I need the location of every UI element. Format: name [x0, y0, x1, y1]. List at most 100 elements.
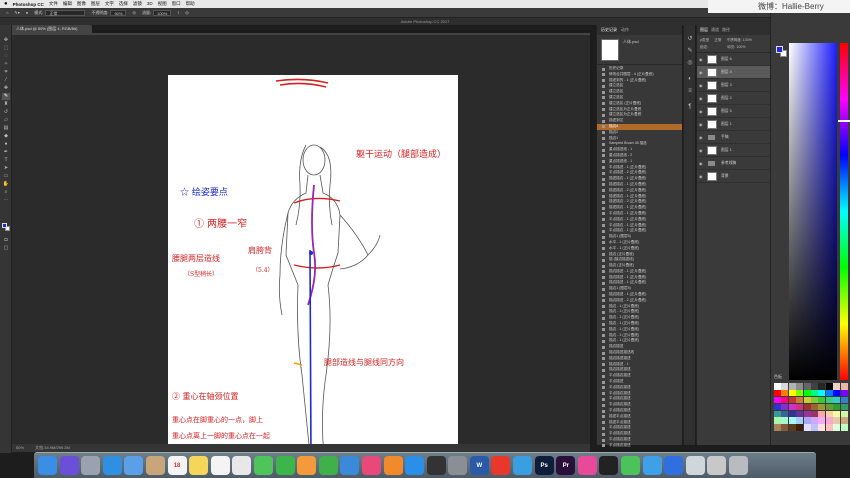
- document-canvas[interactable]: 躯干运动（腿部造成） ☆ 绘姿要点 ① 两腰一窄 腰腿两层造线 （S型稍长） 肩…: [168, 75, 458, 478]
- color-swatch[interactable]: [840, 410, 848, 418]
- color-swatch[interactable]: [788, 383, 796, 390]
- dock-launchpad-icon[interactable]: [81, 456, 101, 475]
- move-tool-icon[interactable]: ✥: [2, 37, 10, 44]
- layer-filter-select[interactable]: ρ类型: [700, 38, 709, 42]
- dock-safari-icon[interactable]: [102, 456, 122, 475]
- color-swatch[interactable]: [803, 403, 811, 411]
- color-swatch[interactable]: [825, 403, 833, 411]
- layer-row[interactable]: ◉ 图层 1: [697, 144, 770, 157]
- hue-slider-handle[interactable]: [838, 120, 850, 122]
- visibility-eye-icon[interactable]: ◉: [699, 122, 703, 127]
- color-swatch[interactable]: [774, 424, 781, 431]
- crop-tool-icon[interactable]: ⌗: [2, 69, 10, 76]
- document-tab[interactable]: 人体.psd @ 50% (图层 4, RGB/8#): [12, 25, 92, 33]
- dock-itunes-icon[interactable]: [361, 456, 381, 475]
- color-swatch[interactable]: [810, 383, 818, 390]
- foreground-color-swatch[interactable]: [2, 223, 7, 228]
- tab-channels[interactable]: 通道: [711, 27, 719, 33]
- apple-icon[interactable]: ●: [4, 1, 8, 7]
- dock-weibo-icon[interactable]: [491, 456, 511, 475]
- quick-select-tool-icon[interactable]: ✧: [2, 61, 10, 68]
- type-tool-icon[interactable]: T: [2, 157, 10, 164]
- color-swatch[interactable]: [796, 383, 804, 390]
- history-brush-tool-icon[interactable]: ↺: [2, 109, 10, 116]
- dock-app-pink-icon[interactable]: [577, 456, 597, 475]
- saturation-value-field[interactable]: [789, 43, 837, 380]
- color-swatch[interactable]: [803, 417, 811, 424]
- color-swatch[interactable]: [810, 424, 818, 431]
- dock-appstore-icon[interactable]: [405, 456, 425, 475]
- color-swatch[interactable]: [810, 417, 818, 424]
- blur-tool-icon[interactable]: ◆: [2, 133, 10, 140]
- visibility-eye-icon[interactable]: ◉: [699, 96, 703, 101]
- gradient-tool-icon[interactable]: ▤: [2, 125, 10, 132]
- shape-tool-icon[interactable]: ▭: [2, 173, 10, 180]
- color-swatch[interactable]: [818, 417, 826, 424]
- brush-tool-icon[interactable]: ✎▾: [14, 10, 19, 15]
- color-swatch[interactable]: [840, 424, 848, 431]
- menu-item-6[interactable]: 滤镜: [133, 1, 142, 7]
- dock-baidu-icon[interactable]: [664, 456, 684, 475]
- color-swatch[interactable]: [803, 410, 811, 418]
- color-swatch[interactable]: [803, 383, 811, 390]
- dock-qq-icon[interactable]: [599, 456, 619, 475]
- visibility-eye-icon[interactable]: ◉: [699, 83, 703, 88]
- hue-slider[interactable]: [840, 43, 848, 380]
- color-swatch[interactable]: [774, 383, 781, 390]
- menu-item-5[interactable]: 选择: [119, 1, 128, 7]
- dock-preview-icon[interactable]: [685, 456, 705, 475]
- dock-finder-icon[interactable]: [38, 456, 57, 475]
- layer-row[interactable]: ◉ 图层 4: [697, 66, 770, 79]
- color-swatch[interactable]: [788, 389, 796, 397]
- dock-notes-icon[interactable]: [189, 456, 209, 475]
- color-swatch[interactable]: [840, 396, 848, 404]
- color-swatch[interactable]: [833, 396, 841, 404]
- dock-pages-icon[interactable]: [297, 456, 317, 475]
- color-swatch[interactable]: [833, 403, 841, 411]
- color-swatch[interactable]: [818, 396, 826, 404]
- visibility-eye-icon[interactable]: ◉: [699, 174, 703, 179]
- color-swatch[interactable]: [818, 424, 826, 431]
- dock-photoshop-icon[interactable]: Ps: [534, 456, 554, 475]
- pressure-size-icon[interactable]: ◎: [185, 10, 189, 15]
- color-swatch[interactable]: [825, 424, 833, 431]
- color-swatch[interactable]: [774, 417, 781, 424]
- color-swatch[interactable]: [788, 410, 796, 418]
- visibility-eye-icon[interactable]: ◉: [699, 135, 703, 140]
- menu-app-name[interactable]: Photoshop CC: [13, 2, 44, 7]
- mode-select[interactable]: 正常: [45, 9, 86, 16]
- color-swatch[interactable]: [796, 396, 804, 404]
- menu-item-3[interactable]: 图层: [91, 1, 100, 7]
- color-swatch[interactable]: [818, 383, 826, 390]
- color-swatch[interactable]: [781, 383, 789, 390]
- tab-paths[interactable]: 路径: [722, 27, 730, 33]
- adjustments-icon[interactable]: ◐: [686, 75, 694, 83]
- dock-cloud-icon[interactable]: [513, 456, 533, 475]
- color-swatch[interactable]: [833, 424, 841, 431]
- history-snapshot[interactable]: 人体.psd: [597, 35, 682, 65]
- layer-row[interactable]: ◉ 图层 3: [697, 79, 770, 92]
- layer-row[interactable]: ◉ 图层 5: [697, 105, 770, 118]
- layer-row[interactable]: ◉ 参考线稿: [697, 157, 770, 170]
- zoom-tool-icon[interactable]: ⌕: [2, 189, 10, 196]
- color-swatch[interactable]: [825, 396, 833, 404]
- airbrush-icon[interactable]: ⌇: [177, 10, 179, 15]
- dock-numbers-icon[interactable]: [318, 456, 338, 475]
- layer-row[interactable]: ◉ 图层 6: [697, 53, 770, 66]
- dock-photos-icon[interactable]: [232, 456, 252, 475]
- eraser-tool-icon[interactable]: ▱: [2, 117, 10, 124]
- color-swatch[interactable]: [796, 389, 804, 397]
- color-swatch[interactable]: [774, 396, 781, 404]
- properties-icon[interactable]: ≡: [686, 87, 694, 95]
- hand-tool-icon[interactable]: ✋: [2, 181, 10, 188]
- color-swatch[interactable]: [774, 389, 781, 397]
- brush-preset-picker[interactable]: ●: [26, 10, 28, 15]
- color-swatch[interactable]: [796, 424, 804, 431]
- dock-trash-icon[interactable]: [729, 456, 748, 475]
- color-panel-foreground[interactable]: [776, 46, 783, 53]
- menu-item-2[interactable]: 图像: [77, 1, 86, 7]
- color-swatch[interactable]: [810, 410, 818, 418]
- color-swatch[interactable]: [810, 396, 818, 404]
- dock-documents-icon[interactable]: [707, 456, 727, 475]
- color-swatch[interactable]: [788, 417, 796, 424]
